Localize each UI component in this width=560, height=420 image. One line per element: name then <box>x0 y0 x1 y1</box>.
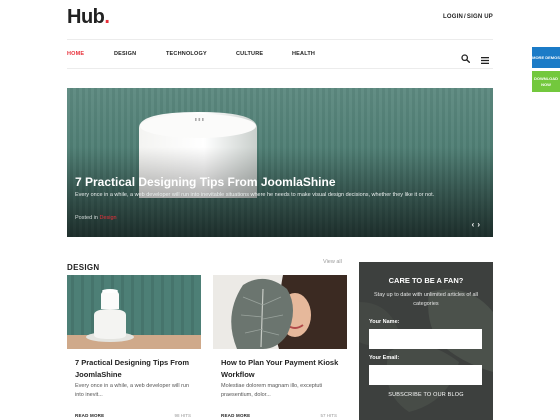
nav-item-health[interactable]: HEALTH <box>292 51 315 57</box>
nav-item-design[interactable]: DESIGN <box>114 51 136 57</box>
view-all-link[interactable]: View all <box>323 259 342 265</box>
subscribe-button[interactable]: SUBSCRIBE TO OUR BLOG <box>359 392 493 398</box>
hero-title[interactable]: 7 Practical Designing Tips From JoomlaSh… <box>75 175 336 189</box>
card-title[interactable]: How to Plan Your Payment Kiosk Workflow <box>221 357 343 380</box>
nav-item-technology[interactable]: TECHNOLOGY <box>166 51 207 57</box>
auth-links: LOGIN/SIGN UP <box>443 14 493 20</box>
card-excerpt: Every once in a while, a web developer w… <box>75 383 190 399</box>
section-title: DESIGN <box>67 263 100 272</box>
card-image-humidifier[interactable] <box>67 275 201 349</box>
email-input[interactable] <box>369 365 482 385</box>
card-title[interactable]: 7 Practical Designing Tips From JoomlaSh… <box>75 357 197 380</box>
card-hits: 57 HITS <box>320 413 337 418</box>
slider-arrows: ‹› <box>472 220 483 229</box>
name-input[interactable] <box>369 329 482 349</box>
auth-separator: / <box>464 14 466 20</box>
more-demos-button[interactable]: MORE DEMOS <box>532 47 560 68</box>
nav-item-home[interactable]: HOME <box>67 51 84 57</box>
hero-posted-in: Posted in Design <box>75 215 117 221</box>
article-card: 7 Practical Designing Tips From JoomlaSh… <box>67 275 201 420</box>
download-now-button[interactable]: DOWNLOAD NOW <box>532 71 560 92</box>
nav-divider-bottom <box>67 68 493 69</box>
hero-description: Every once in a while, a web developer w… <box>75 192 435 198</box>
hero-slider[interactable]: 7 Practical Designing Tips From JoomlaSh… <box>67 88 493 237</box>
nav-item-culture[interactable]: CULTURE <box>236 51 263 57</box>
card-excerpt: Molestiae dolorem magnam illo, exceptuti… <box>221 383 323 399</box>
logo-dot: . <box>104 6 110 28</box>
login-link[interactable]: LOGIN <box>443 14 463 20</box>
read-more-link[interactable]: READ MORE <box>221 413 250 418</box>
fan-title: CARE TO BE A FAN? <box>388 276 464 285</box>
name-label: Your Name: <box>369 319 400 325</box>
search-icon[interactable] <box>461 50 471 64</box>
card-hits: 98 HITS <box>174 413 191 418</box>
logo-text: Hub <box>67 6 105 28</box>
article-card: How to Plan Your Payment Kiosk Workflow … <box>213 275 347 420</box>
hamburger-menu-icon[interactable] <box>481 51 489 64</box>
site-logo[interactable]: Hub. <box>67 6 110 29</box>
chevron-right-icon[interactable]: › <box>477 220 483 229</box>
nav-divider-top <box>67 39 493 40</box>
fan-signup-box: CARE TO BE A FAN? Stay up to date with u… <box>359 262 493 420</box>
card-image-portrait[interactable] <box>213 275 347 349</box>
posted-in-label: Posted in <box>75 215 98 221</box>
email-label: Your Email: <box>369 355 400 361</box>
fan-description: Stay up to date with unlimited articles … <box>374 292 478 308</box>
signup-link[interactable]: SIGN UP <box>467 14 493 20</box>
hero-category-link[interactable]: Design <box>99 215 116 221</box>
read-more-link[interactable]: READ MORE <box>75 413 104 418</box>
